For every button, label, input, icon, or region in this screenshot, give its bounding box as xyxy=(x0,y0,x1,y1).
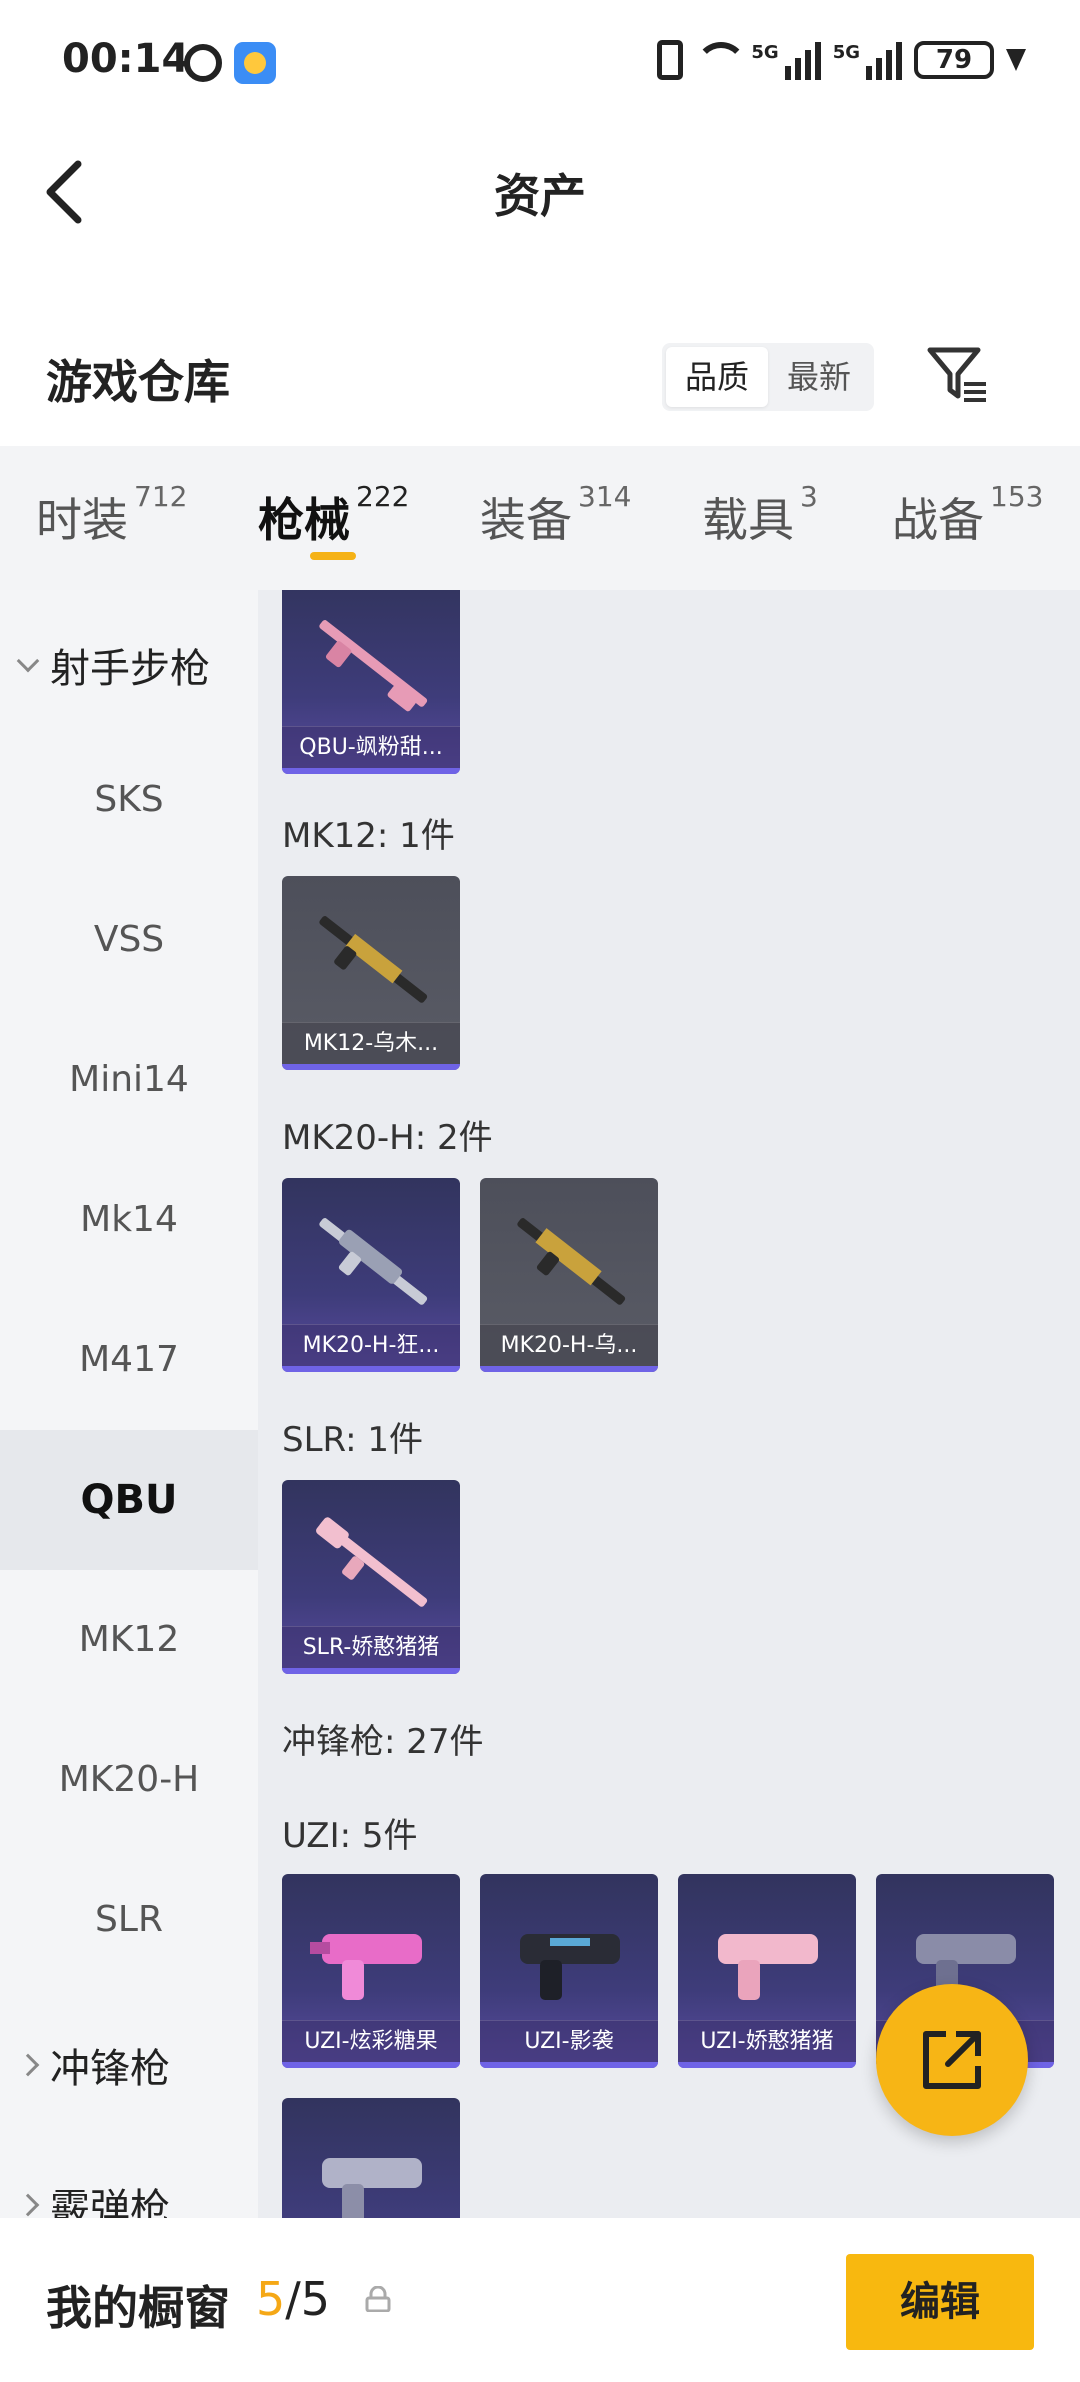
sort-toggle[interactable]: 品质 最新 xyxy=(662,343,874,411)
sort-quality-button[interactable]: 品质 xyxy=(666,347,768,407)
weapon-card-uzi-2[interactable]: UZI-影袭 xyxy=(480,1874,658,2068)
weapon-card-uzi-5[interactable] xyxy=(282,2098,460,2218)
weapon-card-name: UZI-炫彩糖果 xyxy=(282,2020,460,2062)
smg-icon xyxy=(520,1934,620,2000)
sidebar-item-vss[interactable]: VSS xyxy=(0,870,258,1010)
category-tabs: 时装 712 枪械 222 装备 314 载具 3 战备 153 xyxy=(0,446,1080,590)
weapon-card-mk12[interactable]: MK12-乌木... xyxy=(282,876,460,1070)
sidebar-item-mini14[interactable]: Mini14 xyxy=(0,1010,258,1150)
rifle-icon xyxy=(319,916,428,1003)
smg-icon xyxy=(718,1934,818,2000)
sidebar-item-m417[interactable]: M417 xyxy=(0,1290,258,1430)
chevron-right-icon xyxy=(16,2193,40,2217)
signal-icon-2 xyxy=(866,40,902,80)
active-tab-indicator xyxy=(310,552,356,560)
weapon-type-sidebar: 射手步枪 SKS VSS Mini14 Mk14 M417 QBU MK12 M… xyxy=(0,590,258,2218)
battery-icon: 79 xyxy=(914,41,994,79)
showcase-current: 5 xyxy=(256,2272,286,2326)
weapon-card-uzi-1[interactable]: UZI-炫彩糖果 xyxy=(282,1874,460,2068)
page-title: 资产 xyxy=(494,169,586,223)
tab-guns[interactable]: 枪械 222 xyxy=(258,480,409,550)
showcase-label: 我的橱窗 xyxy=(46,2281,230,2335)
weapon-card-name: UZI-影袭 xyxy=(480,2020,658,2062)
weapon-card-mk20h-2[interactable]: MK20-H-乌... xyxy=(480,1178,658,1372)
rifle-icon xyxy=(319,620,428,712)
share-icon xyxy=(923,2031,981,2089)
weapon-card-name: UZI-娇憨猪猪 xyxy=(678,2020,856,2062)
sidebar-item-mk14[interactable]: Mk14 xyxy=(0,1150,258,1290)
tab-battle-gear[interactable]: 战备 153 xyxy=(892,480,1043,550)
sidebar-item-mk20h[interactable]: MK20-H xyxy=(0,1710,258,1850)
sidebar-group-label: 霰弹枪 xyxy=(50,2186,170,2218)
showcase-total: 5 xyxy=(300,2272,331,2326)
tab-equipment[interactable]: 装备 314 xyxy=(480,480,631,550)
showcase-bar: 我的橱窗 5/5 编辑 xyxy=(0,2218,1080,2382)
sidebar-item-mk12[interactable]: MK12 xyxy=(0,1570,258,1710)
rifle-icon xyxy=(517,1218,626,1305)
alarm-icon xyxy=(184,44,222,82)
weapon-card-qbu[interactable]: QBU-飒粉甜... xyxy=(282,590,460,774)
weapon-card-uzi-3[interactable]: UZI-娇憨猪猪 xyxy=(678,1874,856,2068)
rifle-icon xyxy=(319,1218,428,1305)
share-button[interactable] xyxy=(876,1984,1028,2136)
sidebar-group-marksman[interactable]: 射手步枪 xyxy=(16,636,210,694)
weapon-card-name: MK20-H-狂... xyxy=(282,1324,460,1366)
sort-latest-button[interactable]: 最新 xyxy=(768,347,870,407)
weapon-card-name: QBU-飒粉甜... xyxy=(282,726,460,768)
charging-icon xyxy=(1006,49,1026,71)
sidebar-group-label: 冲锋枪 xyxy=(50,2046,170,2092)
status-indicators: 5G 5G 79 xyxy=(657,38,1026,82)
chevron-down-icon xyxy=(16,649,40,673)
weapon-card-slr[interactable]: SLR-娇憨猪猪 xyxy=(282,1480,460,1674)
sidebar-item-qbu[interactable]: QBU xyxy=(0,1430,258,1570)
group-label-uzi: UZI: 5件 xyxy=(282,1816,418,1856)
weather-app-icon xyxy=(234,42,276,84)
smg-icon xyxy=(322,2158,422,2218)
edit-button[interactable]: 编辑 xyxy=(846,2254,1034,2350)
group-label-mk20h: MK20-H: 2件 xyxy=(282,1118,493,1158)
showcase-separator: / xyxy=(285,2272,301,2326)
weapon-card-name: MK20-H-乌... xyxy=(480,1324,658,1366)
showcase-count: 5/5 xyxy=(256,2272,330,2326)
rifle-icon xyxy=(316,1517,428,1607)
weapon-list: QBU-飒粉甜... MK12: 1件 MK12-乌木... MK20-H: 2… xyxy=(258,590,1080,2218)
lock-icon xyxy=(365,2286,391,2312)
wifi-icon xyxy=(695,42,748,78)
weapon-card-mk20h-1[interactable]: MK20-H-狂... xyxy=(282,1178,460,1372)
weapon-card-name: MK12-乌木... xyxy=(282,1022,460,1064)
signal-icon xyxy=(784,40,821,80)
group-label-smg: 冲锋枪: 27件 xyxy=(282,1722,484,1762)
filter-icon[interactable] xyxy=(926,344,990,404)
network-label-b: 5G xyxy=(832,41,860,63)
vibrate-icon xyxy=(657,40,684,80)
sidebar-group-smg[interactable]: 冲锋枪 xyxy=(16,2036,170,2094)
sidebar-group-label: 射手步枪 xyxy=(50,646,210,692)
tab-fashion[interactable]: 时装 712 xyxy=(36,480,187,550)
status-bar: 00:14 5G 5G 79 xyxy=(0,0,1080,120)
warehouse-title: 游戏仓库 xyxy=(46,355,230,409)
sidebar-item-slr[interactable]: SLR xyxy=(0,1850,258,1990)
group-label-slr: SLR: 1件 xyxy=(282,1420,423,1460)
group-label-mk12: MK12: 1件 xyxy=(282,816,455,856)
chevron-right-icon xyxy=(16,2053,40,2077)
sidebar-group-shotgun[interactable]: 霰弹枪 xyxy=(16,2176,170,2218)
tab-vehicles[interactable]: 载具 3 xyxy=(702,480,818,550)
smg-icon xyxy=(310,1934,422,2000)
network-label-a: 5G xyxy=(751,41,779,63)
sidebar-item-sks[interactable]: SKS xyxy=(0,730,258,870)
status-time: 00:14 xyxy=(62,36,190,82)
weapon-card-name: SLR-娇憨猪猪 xyxy=(282,1626,460,1668)
